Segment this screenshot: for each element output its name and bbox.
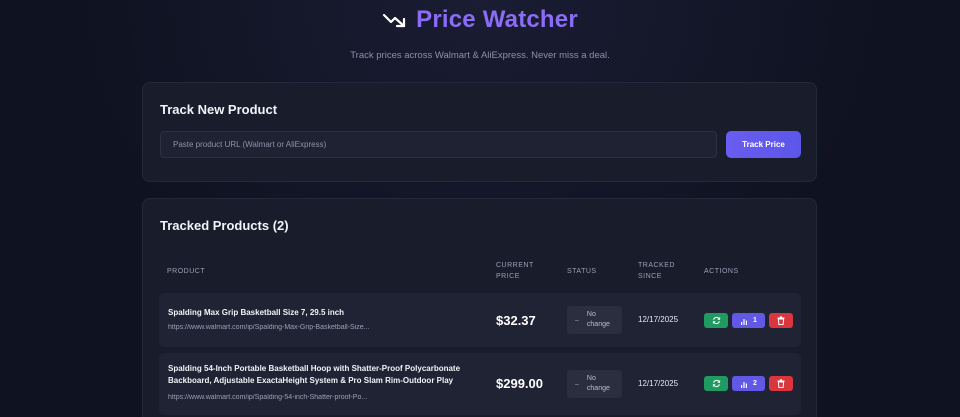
column-header-product: PRODUCT [167,268,206,275]
current-price: $32.37 [496,313,536,328]
column-header-current-price: CURRENT PRICE [496,262,534,280]
tracked-since-date: 12/17/2025 [638,379,679,388]
track-product-card: Track New Product Track Price [142,82,817,182]
column-header-tracked-since: TRACKED SINCE [638,262,675,280]
trending-down-icon [383,13,406,28]
history-count: 2 [753,380,757,387]
product-url-link[interactable]: https://www.walmart.com/ip/Spalding-54-i… [168,394,398,401]
bar-chart-icon [741,318,748,325]
bar-chart-icon [741,381,748,388]
product-name: Spalding Max Grip Basketball Size 7, 29.… [168,308,345,317]
tracked-since-date: 12/17/2025 [638,315,679,324]
track-card-title: Track New Product [160,102,278,117]
product-url-input[interactable] [160,131,717,158]
history-count: 1 [753,317,757,324]
status-text: No change [586,311,610,328]
page-title: Price Watcher [416,6,578,33]
status-dash: – [575,316,579,324]
title-row: Price Watcher [0,6,960,34]
price-history-button[interactable]: 1 [732,313,765,328]
status-dash: – [575,380,579,388]
price-history-button[interactable]: 2 [732,376,765,391]
refresh-icon [712,379,720,388]
page-subtitle: Track prices across Walmart & AliExpress… [350,50,610,61]
status-text: No change [586,375,610,392]
track-price-button[interactable]: Track Price [726,131,801,158]
refresh-button[interactable] [704,376,728,391]
status-badge: – No change [567,306,622,334]
table-row: Spalding 54-Inch Portable Basketball Hoo… [159,353,801,415]
product-name: Spalding 54-Inch Portable Basketball Hoo… [168,364,461,385]
delete-button[interactable] [769,313,793,328]
column-header-actions: ACTIONS [704,268,739,275]
tracked-products-card: Tracked Products (2) PRODUCT CURRENT PRI… [142,198,817,417]
trash-icon [777,379,785,388]
product-url-link[interactable]: https://www.walmart.com/ip/Spalding-Max-… [168,324,398,331]
trash-icon [777,316,785,325]
refresh-icon [712,316,720,325]
refresh-button[interactable] [704,313,728,328]
page-header: Price Watcher Track prices across Walmar… [0,0,960,61]
table-row: Spalding Max Grip Basketball Size 7, 29.… [159,293,801,347]
status-badge: – No change [567,370,622,398]
delete-button[interactable] [769,376,793,391]
column-header-status: STATUS [567,268,597,275]
current-price: $299.00 [496,376,543,391]
tracked-products-title: Tracked Products (2) [160,218,289,233]
